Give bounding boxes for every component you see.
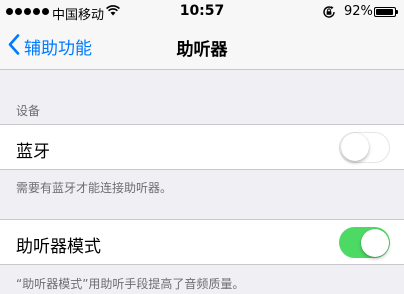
toggle-knob bbox=[361, 228, 389, 257]
battery-percentage: 92% bbox=[344, 4, 373, 19]
toggle-knob bbox=[341, 133, 369, 161]
page-title: 助听器 bbox=[176, 40, 228, 60]
bluetooth-toggle[interactable] bbox=[339, 132, 390, 163]
navigation-bar: 辅助功能 助听器 bbox=[0, 24, 404, 70]
hearing-aid-mode-toggle[interactable] bbox=[339, 227, 390, 258]
rotation-lock-icon bbox=[322, 5, 336, 23]
section-header-devices: 设备 bbox=[16, 104, 41, 118]
status-bar: 中国移动 10:57 92% bbox=[0, 0, 404, 24]
hearing-aid-mode-note: “助听器模式”用助听手段提高了音频质量。 bbox=[16, 277, 245, 291]
bluetooth-note: 需要有蓝牙才能连接助听器。 bbox=[16, 181, 173, 195]
bluetooth-label: 蓝牙 bbox=[16, 142, 50, 162]
battery-icon bbox=[374, 7, 398, 17]
bluetooth-row: 蓝牙 bbox=[0, 124, 404, 170]
hearing-aid-mode-label: 助听器模式 bbox=[16, 237, 101, 257]
hearing-aid-mode-row: 助听器模式 bbox=[0, 219, 404, 265]
